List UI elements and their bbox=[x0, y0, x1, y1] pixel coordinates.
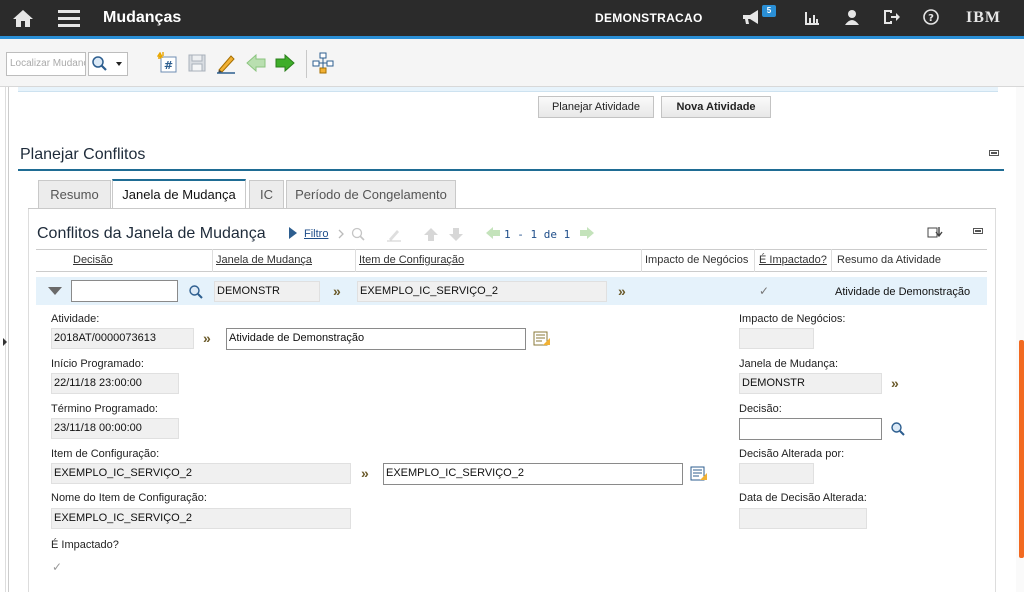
ci-name-label: Nome do Item de Configuração: bbox=[51, 492, 207, 504]
change-window-field: DEMONSTR bbox=[739, 373, 882, 394]
decision-date-field bbox=[739, 508, 867, 529]
activity-detail-icon[interactable]: » bbox=[203, 330, 211, 346]
toolbar: Localizar Mudança # bbox=[0, 39, 1024, 87]
tab-janela-de-mudanca[interactable]: Janela de Mudança bbox=[112, 179, 246, 208]
search-options-button[interactable] bbox=[88, 52, 128, 76]
notification-badge: 5 bbox=[762, 5, 776, 17]
row-window-detail-icon[interactable]: » bbox=[333, 283, 341, 299]
column-header-janela[interactable]: Janela de Mudança bbox=[216, 254, 312, 266]
row-config-item: EXEMPLO_IC_SERVIÇO_2 bbox=[357, 281, 607, 302]
upper-section-strip bbox=[18, 87, 998, 92]
config-item-field: EXEMPLO_IC_SERVIÇO_2 bbox=[51, 463, 351, 484]
activity-description-input[interactable]: Atividade de Demonstração bbox=[226, 328, 526, 350]
impacted-label: É Impactado? bbox=[51, 539, 119, 551]
change-window-label: Janela de Mudança: bbox=[739, 358, 839, 370]
pager-text: 1 - 1 de 1 bbox=[504, 228, 571, 241]
next-record-icon[interactable] bbox=[274, 52, 298, 76]
column-separator bbox=[355, 249, 356, 272]
long-description-icon[interactable] bbox=[533, 331, 551, 347]
impacted-checkbox[interactable]: ✓ bbox=[52, 560, 62, 574]
row-ci-detail-icon[interactable]: » bbox=[618, 283, 626, 299]
row-change-window: DEMONSTR bbox=[214, 281, 320, 302]
column-separator bbox=[831, 249, 832, 272]
home-icon[interactable] bbox=[12, 8, 34, 28]
change-window-detail-icon[interactable]: » bbox=[891, 375, 899, 391]
row-decision-search-icon[interactable] bbox=[188, 284, 204, 300]
new-record-icon[interactable]: # bbox=[156, 51, 181, 76]
decision-changed-by-field bbox=[739, 463, 814, 484]
decision-label: Decisão: bbox=[739, 403, 782, 415]
column-header-impactado[interactable]: É Impactado? bbox=[759, 254, 827, 266]
column-separator bbox=[641, 249, 642, 272]
tab-periodo-de-congelamento[interactable]: Período de Congelamento bbox=[286, 180, 456, 208]
section-divider bbox=[18, 169, 1004, 171]
ibm-logo: IBM bbox=[966, 9, 1001, 26]
decision-date-label: Data de Decisão Alterada: bbox=[739, 492, 867, 504]
ci-name-field: EXEMPLO_IC_SERVIÇO_2 bbox=[51, 508, 351, 529]
column-separator bbox=[754, 249, 755, 272]
table-tools-disabled bbox=[338, 227, 463, 242]
section-collapse-icon[interactable] bbox=[989, 150, 999, 156]
decision-search-icon[interactable] bbox=[890, 421, 906, 437]
column-header-resumo: Resumo da Atividade bbox=[837, 254, 941, 266]
toolbar-divider bbox=[306, 50, 307, 78]
start-label: Início Programado: bbox=[51, 358, 144, 370]
new-activity-button[interactable]: Nova Atividade bbox=[661, 96, 771, 118]
row-impacted-checkbox[interactable]: ✓ bbox=[759, 284, 769, 298]
row-activity-summary: Atividade de Demonstração bbox=[835, 286, 971, 298]
workflow-icon[interactable] bbox=[312, 52, 336, 76]
clear-changes-icon[interactable] bbox=[215, 52, 239, 76]
section-title: Planejar Conflitos bbox=[20, 146, 146, 163]
decision-input[interactable] bbox=[739, 418, 882, 440]
row-collapse-icon[interactable] bbox=[47, 286, 63, 296]
table-collapse-icon[interactable] bbox=[973, 228, 983, 234]
row-decision-input[interactable] bbox=[71, 280, 178, 302]
column-header-impacto: Impacto de Negócios bbox=[645, 254, 749, 266]
config-item-label: Item de Configuração: bbox=[51, 448, 160, 460]
help-icon[interactable]: ? bbox=[923, 9, 945, 29]
previous-record-icon[interactable] bbox=[245, 52, 269, 76]
start-field: 22/11/18 23:00:00 bbox=[51, 373, 179, 394]
business-impact-field bbox=[739, 328, 814, 349]
user-icon[interactable] bbox=[844, 9, 866, 29]
end-field: 23/11/18 00:00:00 bbox=[51, 418, 179, 439]
svg-text:?: ? bbox=[928, 13, 934, 24]
business-impact-label: Impacto de Negócios: bbox=[739, 313, 846, 325]
table-title: Conflitos da Janela de Mudança bbox=[37, 225, 266, 242]
filter-link[interactable]: Filtro bbox=[304, 228, 328, 240]
column-separator bbox=[212, 249, 213, 272]
next-page-icon[interactable] bbox=[579, 226, 595, 240]
prev-page-icon[interactable] bbox=[485, 226, 501, 240]
activity-label: Atividade: bbox=[51, 313, 100, 325]
ci-long-description-icon[interactable] bbox=[690, 466, 708, 482]
svg-text:#: # bbox=[164, 59, 173, 72]
tab-ic[interactable]: IC bbox=[249, 180, 284, 208]
logout-icon[interactable] bbox=[883, 9, 905, 29]
filter-arrow-icon[interactable] bbox=[287, 226, 299, 240]
plan-activity-button[interactable]: Planejar Atividade bbox=[538, 96, 654, 118]
megaphone-icon[interactable] bbox=[742, 9, 764, 29]
find-change-input[interactable]: Localizar Mudança bbox=[6, 52, 86, 76]
end-label: Término Programado: bbox=[51, 403, 158, 415]
tab-resumo[interactable]: Resumo bbox=[38, 180, 111, 208]
scrollbar-thumb[interactable] bbox=[1019, 340, 1024, 558]
menu-icon[interactable] bbox=[58, 8, 80, 28]
organization-label: DEMONSTRACAO bbox=[595, 11, 703, 25]
activity-id-field: 2018AT/0000073613 bbox=[51, 328, 194, 349]
download-icon[interactable] bbox=[927, 226, 943, 240]
column-header-item[interactable]: Item de Configuração bbox=[359, 254, 464, 266]
decision-changed-by-label: Decisão Alterada por: bbox=[739, 448, 845, 460]
chart-icon[interactable] bbox=[804, 10, 826, 30]
config-item-description-input[interactable]: EXEMPLO_IC_SERVIÇO_2 bbox=[383, 463, 683, 485]
expand-arrow-icon[interactable] bbox=[3, 338, 7, 346]
save-icon[interactable] bbox=[186, 52, 210, 76]
top-navigation-bar: Mudanças DEMONSTRACAO 5 ? IBM bbox=[0, 0, 1024, 39]
column-header-decisao[interactable]: Decisão bbox=[73, 254, 113, 266]
app-title: Mudanças bbox=[103, 9, 182, 26]
config-item-detail-icon[interactable]: » bbox=[361, 465, 369, 481]
